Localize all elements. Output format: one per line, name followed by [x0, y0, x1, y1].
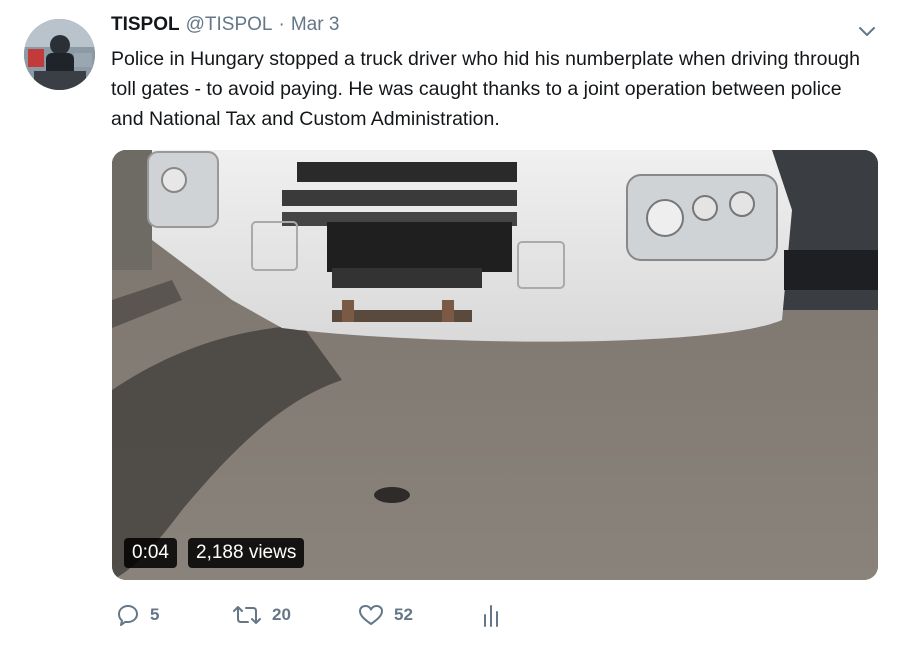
reply-icon — [118, 605, 138, 626]
video-thumbnail — [112, 150, 878, 580]
tweet-text: Police in Hungary stopped a truck driver… — [111, 48, 860, 130]
user-handle[interactable]: @TISPOL — [186, 14, 273, 36]
tweet-header: TISPOL @TISPOL · Mar 3 — [111, 14, 339, 42]
video-views: 2,188 views — [188, 538, 305, 568]
analytics-icon — [484, 605, 498, 627]
retweet-icon — [233, 606, 261, 624]
video-time: 0:04 — [124, 538, 177, 568]
analytics-button[interactable] — [482, 600, 500, 630]
like-count: 52 — [394, 605, 413, 624]
retweet-button[interactable]: 20 — [232, 600, 291, 630]
tweet-date[interactable]: Mar 3 — [291, 14, 340, 36]
chevron-down-icon — [859, 27, 875, 36]
heart-icon — [359, 605, 383, 625]
tweet-actions: 5 20 52 — [112, 600, 532, 630]
retweet-count: 20 — [272, 605, 291, 624]
reply-count: 5 — [150, 605, 160, 624]
like-button[interactable]: 52 — [358, 600, 413, 630]
avatar-image — [24, 19, 95, 90]
reply-button[interactable]: 5 — [116, 600, 159, 630]
avatar[interactable] — [24, 19, 95, 90]
video-player[interactable]: 0:04 2,188 views — [112, 150, 878, 580]
header-separator: · — [278, 14, 285, 35]
tweet-menu-button[interactable] — [856, 22, 878, 40]
display-name[interactable]: TISPOL — [111, 14, 180, 36]
